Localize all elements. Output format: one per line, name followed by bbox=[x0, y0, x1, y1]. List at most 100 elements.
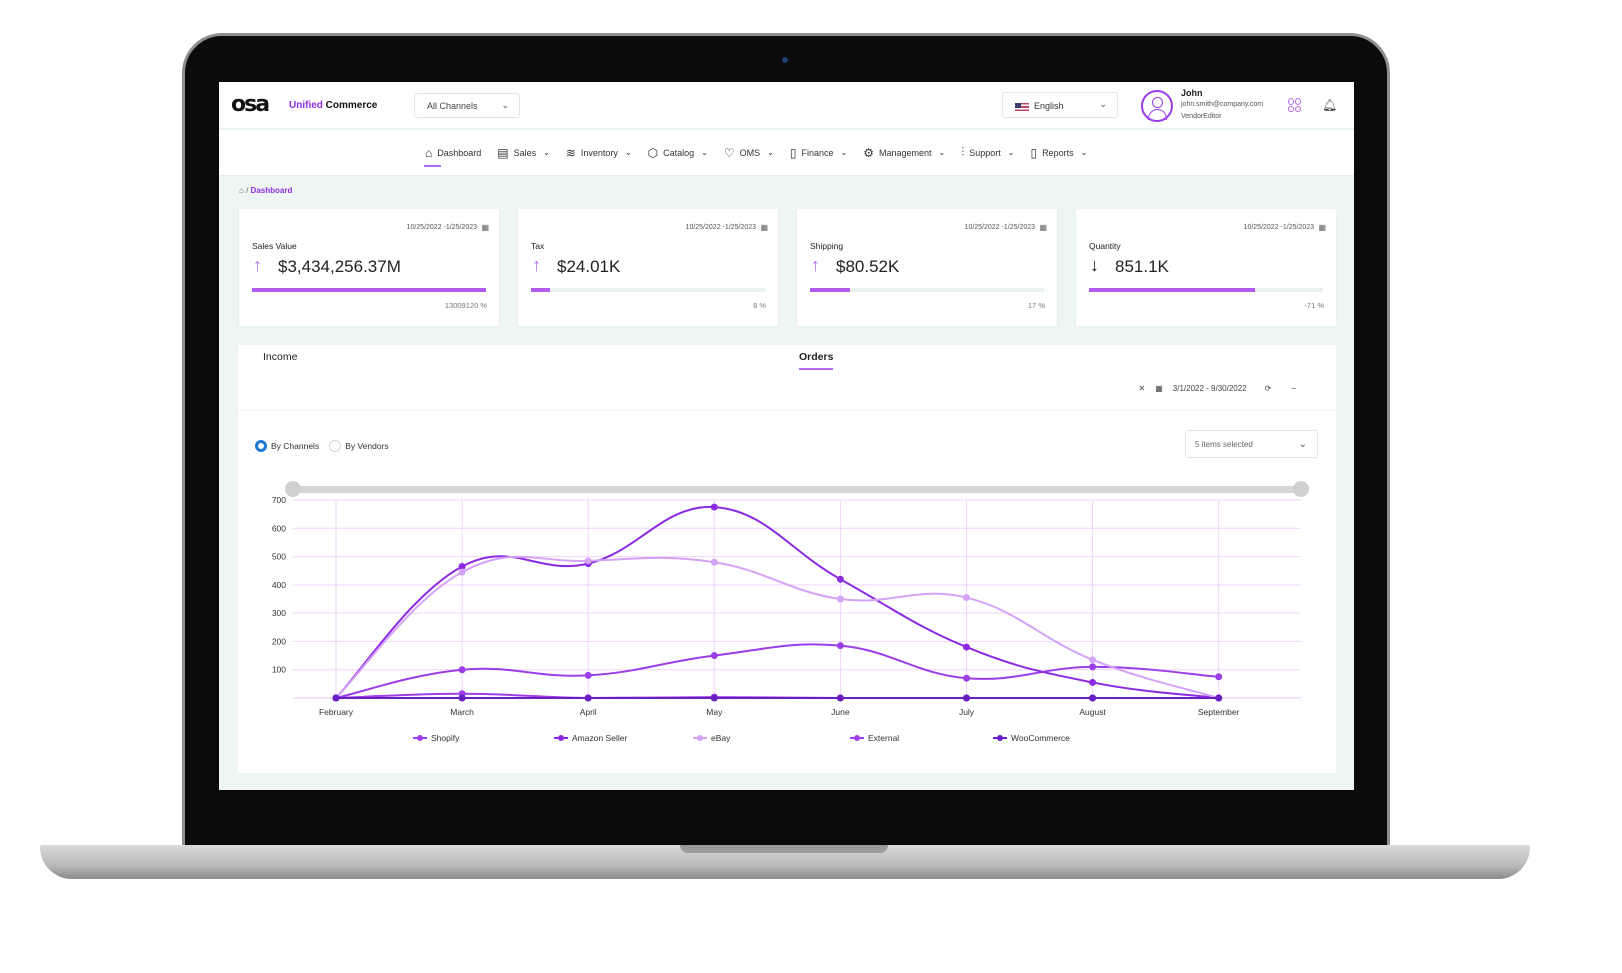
kpi-date-range[interactable]: 10/25/2022 -1/25/2023 bbox=[1244, 224, 1314, 231]
kpi-date-range[interactable]: 10/25/2022 -1/25/2023 bbox=[407, 224, 477, 231]
kpi-value: $24.01K bbox=[557, 257, 621, 276]
x-tick-label: April bbox=[580, 707, 597, 717]
data-point[interactable] bbox=[836, 694, 844, 702]
user-avatar[interactable] bbox=[1141, 90, 1173, 122]
tab-orders[interactable]: Orders bbox=[799, 351, 834, 370]
nav-item-sales[interactable]: ▤ Sales ⌄ bbox=[497, 145, 550, 160]
range-slider-track[interactable] bbox=[296, 486, 1302, 493]
calendar-icon[interactable]: ▦ bbox=[1155, 384, 1163, 393]
apps-grid-icon[interactable] bbox=[1288, 98, 1302, 112]
camera bbox=[782, 57, 788, 63]
brand-rest: Commerce bbox=[322, 100, 378, 111]
data-point[interactable] bbox=[963, 674, 970, 682]
calendar-icon[interactable]: ▦ bbox=[1039, 223, 1047, 232]
data-point[interactable] bbox=[1215, 694, 1223, 702]
nav-item-catalog[interactable]: ⬡ Catalog ⌄ bbox=[648, 145, 708, 160]
legend-label: External bbox=[868, 733, 899, 743]
data-point[interactable] bbox=[458, 568, 466, 576]
nav-item-management[interactable]: ⚙ Management ⌄ bbox=[863, 145, 945, 160]
data-point[interactable] bbox=[836, 575, 844, 583]
data-point[interactable] bbox=[584, 694, 592, 702]
range-slider-handle-end[interactable] bbox=[1293, 481, 1309, 497]
kpi-date-range[interactable]: 10/25/2022 -1/25/2023 bbox=[686, 224, 756, 231]
data-point[interactable] bbox=[710, 694, 718, 702]
collapse-icon[interactable]: − bbox=[1291, 384, 1296, 393]
data-point[interactable] bbox=[836, 595, 844, 603]
data-point[interactable] bbox=[963, 694, 970, 702]
chevron-down-icon: ⌄ bbox=[938, 148, 946, 157]
data-point[interactable] bbox=[458, 694, 466, 702]
range-slider-handle-start[interactable] bbox=[285, 481, 301, 497]
channels-multi-select[interactable]: 5 items selected ⌄ bbox=[1185, 430, 1318, 458]
nav-item-oms[interactable]: ♡ OMS ⌄ bbox=[724, 145, 774, 160]
notification-bell-icon[interactable]: 🔔︎ bbox=[1322, 98, 1337, 112]
home-icon[interactable]: ⌂ bbox=[239, 186, 244, 195]
breadcrumb-separator: / bbox=[246, 186, 249, 195]
kpi-value: $80.52K bbox=[836, 257, 900, 276]
radio-label: By Channels bbox=[271, 441, 320, 451]
y-tick-label: 700 bbox=[272, 495, 286, 505]
data-point[interactable] bbox=[1089, 656, 1097, 664]
clear-icon[interactable]: ✕ bbox=[1139, 384, 1146, 393]
chevron-down-icon: ⌄ bbox=[1099, 99, 1107, 109]
legend-marker-icon bbox=[558, 735, 564, 741]
kpi-label: Quantity bbox=[1089, 241, 1121, 251]
data-point[interactable] bbox=[1089, 678, 1097, 686]
x-tick-label: March bbox=[450, 707, 474, 717]
nav-item-finance[interactable]: ▯ Finance ⌄ bbox=[790, 145, 847, 160]
data-point[interactable] bbox=[584, 557, 592, 565]
logo[interactable]: osa bbox=[231, 94, 270, 116]
data-point[interactable] bbox=[1089, 663, 1097, 671]
nav-item-reports[interactable]: ▯ Reports ⌄ bbox=[1030, 145, 1087, 160]
calendar-icon[interactable]: ▦ bbox=[1318, 223, 1326, 232]
data-point[interactable] bbox=[710, 503, 718, 511]
kpi-progress-fill bbox=[252, 288, 486, 292]
chevron-down-icon: ⌄ bbox=[1007, 148, 1015, 157]
calendar-icon[interactable]: ▦ bbox=[481, 223, 489, 232]
radio-by-vendors[interactable]: By Vendors bbox=[329, 440, 389, 452]
radio-by-channels[interactable]: By Channels bbox=[255, 440, 319, 452]
legend-item[interactable]: WooCommerce bbox=[993, 733, 1070, 743]
kpi-date-range[interactable]: 10/25/2022 -1/25/2023 bbox=[965, 224, 1035, 231]
series-external bbox=[332, 690, 1223, 702]
data-point[interactable] bbox=[710, 652, 718, 660]
kpi-progress-bar bbox=[252, 288, 486, 292]
legend-item[interactable]: Amazon Seller bbox=[554, 733, 627, 743]
data-point[interactable] bbox=[836, 642, 844, 650]
tab-income[interactable]: Income bbox=[263, 351, 297, 363]
legend-item[interactable]: External bbox=[850, 733, 899, 743]
data-point[interactable] bbox=[332, 694, 340, 702]
legend-item[interactable]: eBay bbox=[693, 733, 731, 743]
data-point[interactable] bbox=[963, 643, 970, 651]
language-select[interactable]: English ⌄ bbox=[1002, 92, 1118, 118]
nav-item-dashboard[interactable]: ⌂ Dashboard bbox=[423, 145, 481, 167]
home-icon: ⌂ bbox=[425, 145, 433, 160]
nav-label: Support bbox=[969, 147, 1001, 158]
data-point[interactable] bbox=[1089, 694, 1097, 702]
legend-label: WooCommerce bbox=[1011, 733, 1070, 743]
data-point[interactable] bbox=[963, 594, 970, 602]
shield-icon: ♡ bbox=[723, 145, 735, 160]
refresh-icon[interactable]: ⟳ bbox=[1265, 384, 1272, 393]
nav-item-inventory[interactable]: ≋ Inventory ⌄ bbox=[566, 145, 632, 160]
series-line bbox=[335, 555, 1219, 699]
date-range[interactable]: 3/1/2022 - 9/30/2022 bbox=[1173, 384, 1247, 393]
legend-item[interactable]: Shopify bbox=[413, 733, 460, 743]
data-point[interactable] bbox=[1215, 673, 1223, 681]
data-point[interactable] bbox=[584, 671, 592, 679]
radio-unchecked-icon[interactable] bbox=[329, 440, 342, 452]
calendar-icon[interactable]: ▦ bbox=[760, 223, 768, 232]
user-email: john.smith@company.com bbox=[1181, 101, 1264, 108]
legend-label: eBay bbox=[711, 733, 731, 743]
radio-checked-icon[interactable] bbox=[255, 440, 267, 452]
nav-item-support[interactable]: ⫶ Support ⌄ bbox=[961, 145, 1014, 160]
legend-marker-icon bbox=[697, 735, 703, 741]
channel-select[interactable]: All Channels ⌄ bbox=[414, 93, 520, 118]
sales-icon: ▤ bbox=[497, 145, 509, 160]
group-by-radio: By Channels By Vendors bbox=[255, 440, 389, 452]
data-point[interactable] bbox=[458, 666, 466, 674]
x-tick-label: July bbox=[959, 707, 975, 717]
kpi-card-sales-value: 10/25/2022 -1/25/2023 ▦ Sales Value ↑ $3,434… bbox=[239, 209, 499, 326]
data-point[interactable] bbox=[710, 558, 718, 566]
legend-marker-icon bbox=[417, 735, 423, 741]
